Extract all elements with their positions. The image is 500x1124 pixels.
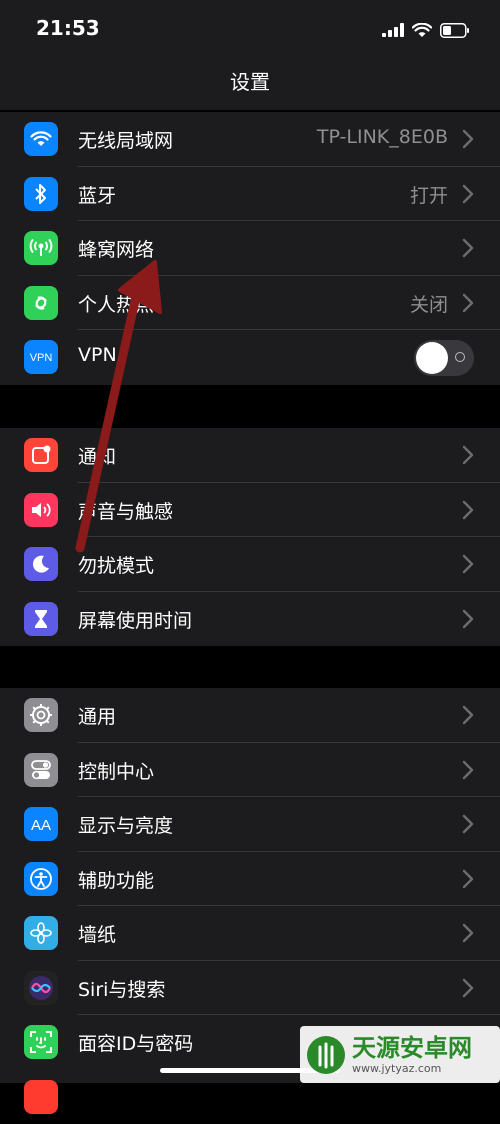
row-label: 显示与亮度 [78, 811, 173, 838]
row-cellular[interactable]: 蜂窝网络 [0, 221, 500, 276]
siri-icon [24, 971, 58, 1005]
chevron-right-icon [462, 869, 474, 889]
row-sounds[interactable]: 声音与触感 [0, 483, 500, 538]
page-title: 设置 [0, 66, 500, 95]
row-label: 墙纸 [78, 920, 116, 947]
toggle-off-indicator [455, 352, 465, 362]
battery-icon [440, 23, 470, 38]
chevron-right-icon [462, 238, 474, 258]
row-label: 控制中心 [78, 757, 154, 784]
row-label: 通用 [78, 702, 116, 729]
row-notifications[interactable]: 通知 [0, 428, 500, 483]
wifi-icon [24, 122, 58, 156]
wifi-status-icon [412, 23, 432, 38]
chevron-right-icon [462, 814, 474, 834]
row-display[interactable]: AA 显示与亮度 [0, 797, 500, 852]
faceid-icon [24, 1025, 58, 1059]
row-vpn: VPN VPN [0, 330, 500, 385]
bluetooth-icon [24, 177, 58, 211]
chevron-right-icon [462, 760, 474, 780]
moon-icon [24, 547, 58, 581]
watermark-logo-icon [306, 1035, 346, 1075]
control-center-icon [24, 753, 58, 787]
chevron-right-icon [462, 445, 474, 465]
next-row-icon [24, 1080, 58, 1114]
row-label: 屏幕使用时间 [78, 606, 192, 633]
connectivity-group: 无线局域网 TP-LINK_8E0B 蓝牙 打开 蜂窝网络 个人热点 关闭 VP… [0, 112, 500, 385]
row-label: 蜂窝网络 [78, 235, 154, 262]
row-label: 面容ID与密码 [78, 1029, 193, 1056]
chevron-right-icon [462, 129, 474, 149]
row-label: 勿扰模式 [78, 551, 154, 578]
vpn-toggle[interactable] [414, 340, 474, 376]
row-wifi[interactable]: 无线局域网 TP-LINK_8E0B [0, 112, 500, 167]
wallpaper-icon [24, 916, 58, 950]
row-label: 个人热点 [78, 290, 154, 317]
row-control-center[interactable]: 控制中心 [0, 743, 500, 798]
chevron-right-icon [462, 554, 474, 574]
row-value: 打开 [410, 181, 448, 208]
system-group: 通用 控制中心 AA 显示与亮度 辅助功能 墙纸 [0, 688, 500, 1083]
accessibility-icon [24, 862, 58, 896]
chevron-right-icon [462, 500, 474, 520]
notifications-icon [24, 438, 58, 472]
row-screen-time[interactable]: 屏幕使用时间 [0, 592, 500, 647]
row-accessibility[interactable]: 辅助功能 [0, 852, 500, 907]
gear-icon [24, 698, 58, 732]
row-value: TP-LINK_8E0B [317, 126, 448, 148]
row-siri[interactable]: Siri与搜索 [0, 961, 500, 1016]
nav-bar: 设置 [0, 60, 500, 110]
row-do-not-disturb[interactable]: 勿扰模式 [0, 537, 500, 592]
chevron-right-icon [462, 705, 474, 725]
chevron-right-icon [462, 609, 474, 629]
watermark-title: 天源安卓网 [352, 1034, 472, 1062]
hotspot-icon [24, 286, 58, 320]
chevron-right-icon [462, 293, 474, 313]
row-label: 蓝牙 [78, 181, 116, 208]
cellular-icon [24, 231, 58, 265]
chevron-right-icon [462, 978, 474, 998]
row-label: VPN [78, 344, 117, 366]
row-general[interactable]: 通用 [0, 688, 500, 743]
display-icon: AA [24, 807, 58, 841]
row-bluetooth[interactable]: 蓝牙 打开 [0, 167, 500, 222]
signal-icon [382, 23, 404, 37]
sound-icon [24, 493, 58, 527]
row-label: 声音与触感 [78, 497, 173, 524]
notifications-group: 通知 声音与触感 勿扰模式 屏幕使用时间 [0, 428, 500, 646]
chevron-right-icon [462, 923, 474, 943]
row-label: Siri与搜索 [78, 975, 165, 1002]
vpn-icon: VPN [24, 340, 58, 374]
status-icons [382, 18, 470, 42]
row-hotspot[interactable]: 个人热点 关闭 [0, 276, 500, 331]
toggle-knob [416, 342, 448, 374]
status-bar: 21:53 [0, 0, 500, 60]
row-value: 关闭 [410, 290, 448, 317]
row-wallpaper[interactable]: 墙纸 [0, 906, 500, 961]
watermark-url: www.jytyaz.com [352, 1062, 472, 1076]
status-time: 21:53 [36, 16, 100, 40]
row-label: 无线局域网 [78, 126, 173, 153]
chevron-right-icon [462, 184, 474, 204]
watermark: 天源安卓网 www.jytyaz.com [300, 1026, 500, 1083]
row-label: 辅助功能 [78, 866, 154, 893]
hourglass-icon [24, 602, 58, 636]
svg-text:VPN: VPN [30, 352, 53, 364]
svg-text:AA: AA [31, 817, 51, 833]
row-label: 通知 [78, 442, 116, 469]
